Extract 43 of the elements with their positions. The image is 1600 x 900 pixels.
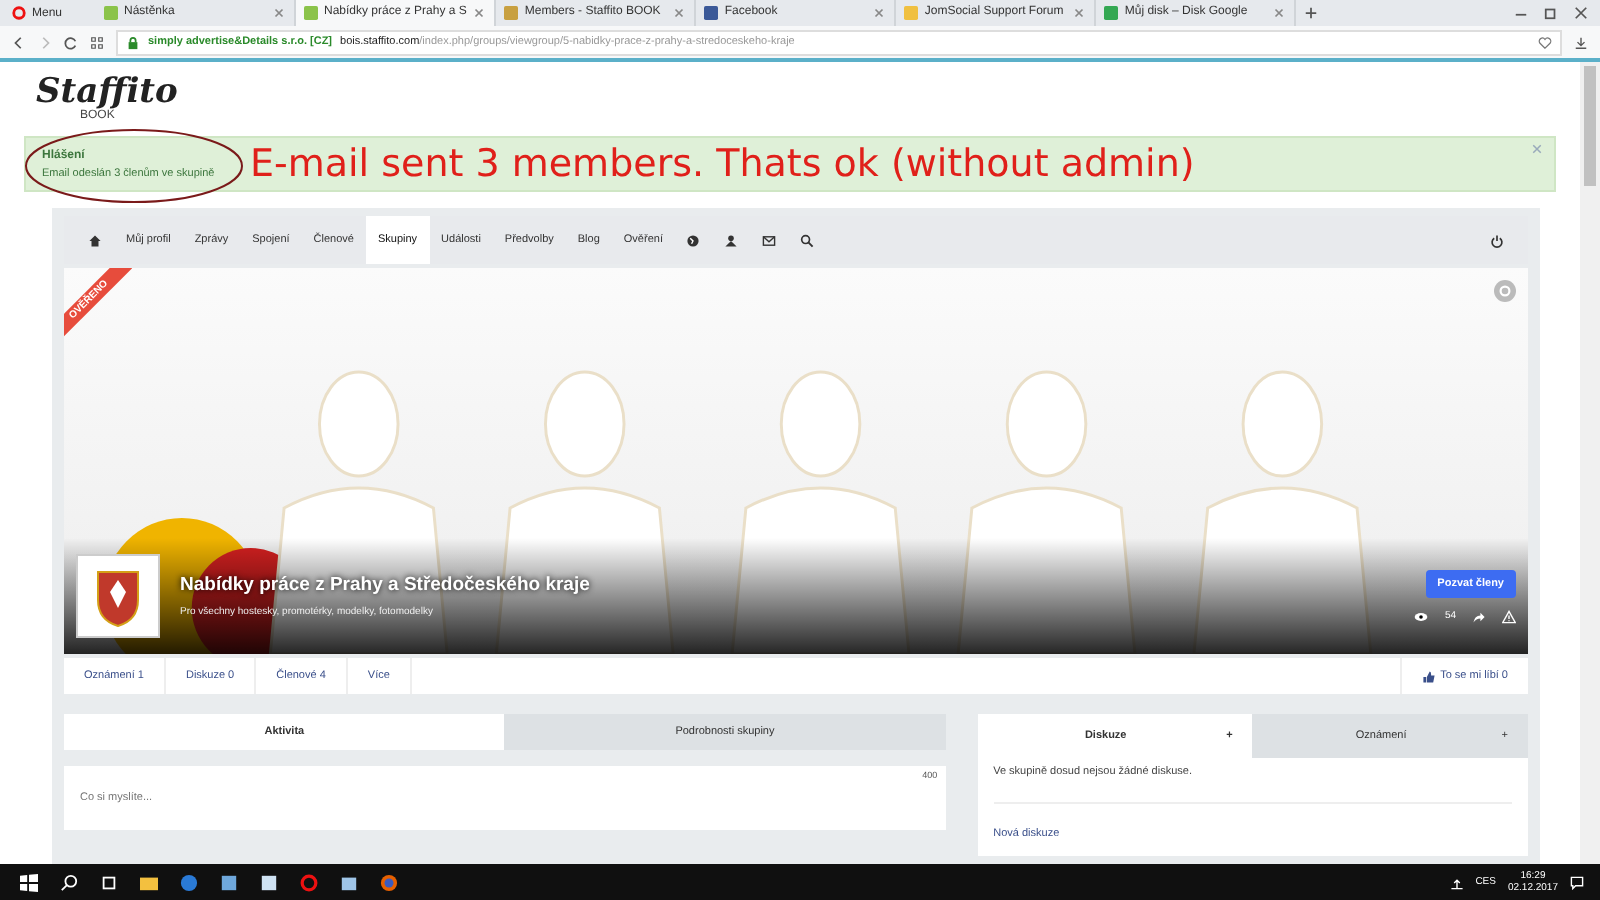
- opera-logo-icon: [12, 6, 26, 20]
- search-icon[interactable]: [800, 233, 815, 247]
- notification-icon[interactable]: [1570, 875, 1584, 889]
- close-icon[interactable]: [272, 6, 286, 20]
- share-icon[interactable]: [1472, 609, 1486, 623]
- envelope-icon[interactable]: [762, 233, 777, 247]
- warning-icon[interactable]: [1502, 609, 1516, 623]
- favicon-icon: [104, 6, 118, 20]
- app-icon[interactable]: [219, 873, 237, 891]
- app-icon[interactable]: [259, 873, 277, 891]
- favicon-icon: [704, 6, 719, 20]
- reload-icon[interactable]: [64, 35, 78, 49]
- heart-icon[interactable]: [1538, 35, 1552, 49]
- maximize-icon[interactable]: [1544, 6, 1558, 20]
- task-view-icon[interactable]: [99, 873, 117, 891]
- firefox-icon[interactable]: [379, 873, 397, 891]
- favicon-icon: [504, 6, 519, 20]
- start-icon[interactable]: [19, 873, 37, 891]
- person-icon[interactable]: [724, 233, 739, 247]
- thumbs-up-icon: [1422, 669, 1437, 683]
- app-icon[interactable]: [339, 873, 357, 891]
- close-icon[interactable]: [1574, 6, 1588, 20]
- search-icon[interactable]: [59, 873, 77, 891]
- eye-icon: [1414, 609, 1429, 623]
- scrollbar-thumb[interactable]: [1584, 66, 1596, 186]
- close-icon[interactable]: [672, 6, 687, 20]
- power-icon[interactable]: [1490, 233, 1504, 247]
- grid-icon[interactable]: [90, 35, 104, 49]
- annotation-text: E-mail sent 3 members. Thats ok (without admin): [250, 142, 1195, 187]
- favicon-icon: [304, 6, 318, 20]
- favicon-icon: [1104, 6, 1119, 20]
- close-icon[interactable]: [472, 6, 487, 20]
- home-icon[interactable]: [88, 233, 102, 247]
- download-icon[interactable]: [1574, 35, 1588, 49]
- favicon-icon: [904, 6, 919, 20]
- new-tab-icon[interactable]: [1304, 6, 1319, 20]
- lock-icon: [126, 35, 140, 49]
- close-icon[interactable]: [1072, 6, 1087, 20]
- opera-icon[interactable]: [299, 873, 317, 891]
- close-icon[interactable]: [1272, 6, 1287, 20]
- close-icon[interactable]: [872, 6, 887, 20]
- back-icon[interactable]: [12, 35, 26, 49]
- folder-icon[interactable]: [139, 873, 157, 891]
